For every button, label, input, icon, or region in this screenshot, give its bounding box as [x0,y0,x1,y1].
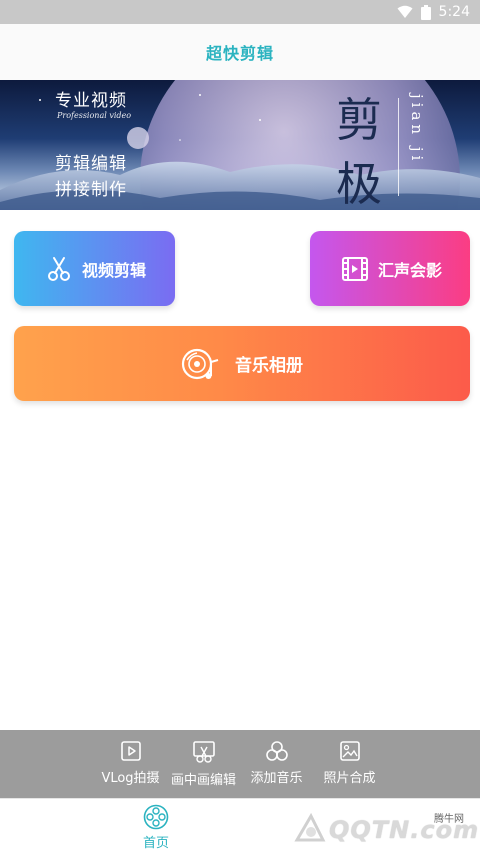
banner-line4: 拼接制作 [55,180,127,200]
add-music-label: 添加音乐 [250,771,303,786]
watermark-emblem-icon [294,812,326,842]
video-edit-label: 视频剪辑 [82,260,147,280]
photo-compose-button[interactable]: 照片合成 [313,730,386,798]
banner-line3: 剪辑编辑 [55,154,127,174]
music-album-button[interactable]: 音乐相册 [14,326,470,401]
status-time: 5:24 [438,4,470,20]
music-disc-icon [181,348,219,379]
watermark-logo: QQTN.com 腾牛网 [289,806,478,852]
banner-line2: Professional video [57,111,132,120]
scissors-icon [48,256,70,281]
tool-strip: VLog拍摄 画中画编辑 添加音乐 照片合成 [0,730,480,798]
nav-home-label: 首页 [142,836,169,851]
vlog-shoot-button[interactable]: VLog拍摄 [94,730,167,798]
circles-icon [265,741,288,761]
banner-big-char1: 剪 [336,93,382,147]
video-edit-button[interactable]: 视频剪辑 [14,231,175,306]
status-icons: 5:24 [397,0,470,24]
music-album-label: 音乐相册 [235,356,303,376]
status-bar: 5:24 [0,0,480,24]
voice-shadow-label: 汇声会影 [378,260,443,280]
pip-edit-icon [192,741,215,763]
banner-vertical-text: jian ji [408,94,426,165]
play-square-icon [120,741,141,761]
image-icon [339,741,360,761]
pip-edit-label: 画中画编辑 [170,773,236,788]
battery-icon [420,4,431,20]
nav-home-tab[interactable]: 首页 [130,799,182,854]
film-reel-icon [143,804,169,830]
add-music-button[interactable]: 添加音乐 [240,730,313,798]
film-icon [342,256,368,281]
wifi-icon [397,5,413,18]
app-bar: 超快剪辑 [0,24,480,80]
page-title: 超快剪辑 [205,44,274,63]
promo-banner[interactable]: 专业视频 Professional video 剪辑编辑 拼接制作 剪 极 ji… [0,80,480,210]
photo-compose-label: 照片合成 [323,771,376,786]
voice-shadow-button[interactable]: 汇声会影 [310,231,470,306]
banner-big-char2: 极 [336,157,382,210]
pip-edit-button[interactable]: 画中画编辑 [167,730,240,798]
banner-line1: 专业视频 [55,91,127,111]
vlog-shoot-label: VLog拍摄 [101,771,160,786]
watermark-small-text: 腾牛网 [434,814,464,825]
banner-divider [398,98,399,196]
